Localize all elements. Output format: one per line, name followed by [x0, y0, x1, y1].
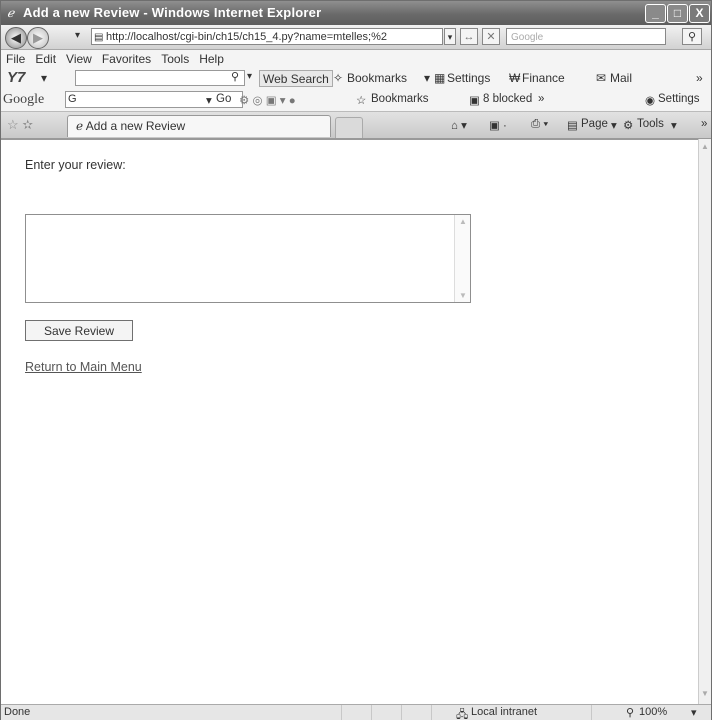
page-icon: ▤ [94, 32, 104, 43]
menu-edit[interactable]: Edit [30, 50, 61, 66]
google-settings-icon: ◉ [645, 95, 656, 107]
yahoo-menu-icon[interactable]: ▾ [41, 71, 47, 85]
tab-add-review[interactable]: ℯ Add a new Review [67, 115, 331, 137]
zoom-level[interactable]: 100% [639, 706, 667, 718]
menu-bar: File Edit View Favorites Tools Help [1, 50, 711, 68]
status-divider [341, 705, 342, 720]
textarea-scrollbar[interactable]: ▲ ▼ [454, 215, 470, 302]
menu-favorites[interactable]: Favorites [97, 50, 156, 66]
minimize-button[interactable]: _ [645, 4, 666, 23]
finance-icon: ₩ [509, 71, 521, 85]
review-prompt: Enter your review: [25, 158, 126, 172]
menu-help[interactable]: Help [194, 50, 229, 66]
browser-window: ℯ Add a new Review - Windows Internet Ex… [0, 0, 712, 721]
page-content: Enter your review: ▲ ▼ Save Review Retur… [1, 139, 698, 705]
search-input[interactable]: Google [506, 28, 666, 45]
zoom-dropdown-icon[interactable]: ▾ [691, 706, 697, 719]
page-scroll-down-icon[interactable]: ▼ [701, 689, 709, 698]
scroll-down-icon[interactable]: ▼ [459, 291, 467, 300]
status-divider [431, 705, 432, 720]
page-menu-button[interactable]: Page [581, 118, 608, 130]
mail-icon: ✉ [596, 71, 607, 85]
google-settings-button[interactable]: Settings [658, 93, 700, 105]
yahoo-toolbar: Y7 ▾ ⚲ ▾ Web Search ✧ Bookmarks ▾ ▦ Sett… [1, 68, 711, 89]
search-icon[interactable]: ⚲ [682, 28, 702, 45]
yahoo-search-icon: ⚲ [231, 71, 240, 83]
security-zone: Local intranet [471, 706, 538, 718]
google-bookmarks-button[interactable]: Bookmarks [371, 93, 429, 105]
status-divider [371, 705, 372, 720]
review-textarea[interactable] [25, 214, 471, 303]
maximize-button[interactable]: □ [667, 4, 688, 23]
address-url: http://localhost/cgi-bin/ch15/ch15_4.py?… [106, 31, 387, 43]
feeds-icon[interactable]: ▣ · [489, 118, 507, 132]
popup-blocker-icon: ▣ [469, 95, 480, 107]
popups-blocked-button[interactable]: 8 blocked [483, 93, 532, 105]
address-input[interactable]: ▤ http://localhost/cgi-bin/ch15/ch15_4.p… [91, 28, 443, 45]
yahoo-bookmarks-button[interactable]: Bookmarks [347, 71, 407, 85]
back-button[interactable]: ◀ [5, 27, 27, 49]
history-dropdown-icon[interactable]: ▾ [75, 30, 80, 41]
page-dropdown-icon[interactable]: ▾ [611, 118, 617, 132]
return-to-main-menu-link[interactable]: Return to Main Menu [25, 360, 142, 374]
google-toolbar: Google G ▾ Go ⚙ ◎ ▣ ▾ ● ☆ Bookmarks ▣ 8 … [1, 89, 711, 112]
tab-page-icon: ℯ [76, 119, 84, 133]
home-icon[interactable]: ⌂ ▾ [451, 118, 467, 132]
mail-button[interactable]: Mail [610, 71, 632, 85]
tab-label: Add a new Review [85, 119, 186, 133]
google-dropdown-icon[interactable]: ▾ [206, 93, 212, 107]
google-overflow-icon[interactable]: » [538, 93, 544, 105]
bookmarks-icon: ✧ [333, 71, 344, 85]
ie-logo-icon: ℯ [7, 6, 15, 20]
forward-button[interactable]: ▶ [27, 27, 49, 49]
scroll-up-icon[interactable]: ▲ [459, 217, 467, 226]
yahoo-search-dropdown-icon[interactable]: ▾ [247, 71, 252, 82]
tab-row: ☆ ✫ ℯ Add a new Review ⌂ ▾ ▣ · ⎙ ▾ ▤ Pag… [1, 112, 711, 139]
finance-button[interactable]: Finance [522, 71, 565, 85]
toolbar-overflow-icon[interactable]: » [696, 71, 703, 85]
status-divider [401, 705, 402, 720]
bookmarks-dropdown-icon[interactable]: ▾ [424, 71, 430, 85]
save-review-button[interactable]: Save Review [25, 320, 133, 341]
title-bar: ℯ Add a new Review - Windows Internet Ex… [1, 1, 711, 25]
address-row: ◀ ▶ ▾ ▤ http://localhost/cgi-bin/ch15/ch… [1, 25, 711, 50]
status-text: Done [4, 706, 31, 718]
address-dropdown-icon[interactable]: ▾ [444, 28, 456, 45]
google-input-text: G [68, 93, 77, 105]
web-search-button[interactable]: Web Search [259, 70, 333, 87]
window-title: Add a new Review - Windows Internet Expl… [23, 5, 322, 20]
command-overflow-icon[interactable]: » [701, 118, 707, 130]
tools-menu-button[interactable]: Tools [637, 118, 664, 130]
page-icon-cmd: ▤ [567, 120, 578, 132]
menu-view[interactable]: View [61, 50, 97, 66]
menu-file[interactable]: File [1, 50, 30, 66]
yahoo-search-input[interactable] [75, 70, 245, 86]
favorites-star-icon[interactable]: ☆ ✫ [7, 117, 33, 133]
refresh-button[interactable]: ↔ [460, 28, 478, 45]
new-tab-button[interactable] [335, 117, 363, 138]
status-divider [591, 705, 592, 720]
stop-button[interactable]: ✕ [482, 28, 500, 45]
google-go-button[interactable]: Go [216, 93, 231, 105]
page-scroll-up-icon[interactable]: ▲ [701, 142, 709, 151]
page-scrollbar[interactable]: ▲ ▼ [698, 139, 711, 704]
tools-dropdown-icon[interactable]: ▾ [671, 118, 677, 132]
google-tools-icons[interactable]: ⚙ ◎ ▣ ▾ ● [239, 93, 296, 107]
yahoo-settings-button[interactable]: Settings [447, 71, 490, 85]
yahoo-logo[interactable]: Y7 [7, 69, 25, 86]
close-button[interactable]: X [689, 4, 710, 23]
settings-icon: ▦ [434, 71, 446, 85]
tools-cmd-icon: ⚙ [623, 120, 634, 132]
zoom-icon: ⚲ [626, 707, 635, 719]
intranet-icon: 🖧 [456, 709, 469, 721]
google-logo[interactable]: Google [3, 92, 44, 108]
menu-tools[interactable]: Tools [156, 50, 194, 66]
google-bookmarks-star-icon: ☆ [356, 95, 367, 107]
print-icon[interactable]: ⎙ ▾ [531, 118, 548, 131]
status-bar: Done 🖧 Local intranet ⚲ 100% ▾ [1, 704, 711, 721]
